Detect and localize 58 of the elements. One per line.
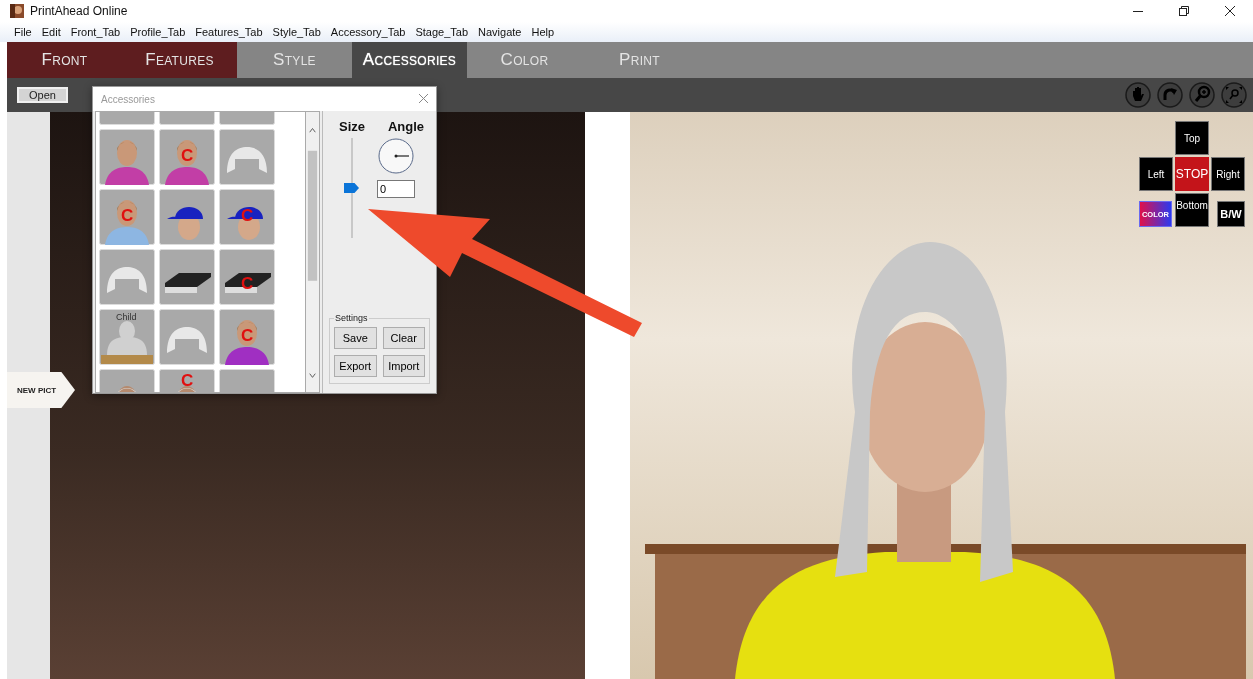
fit-icon[interactable]: [1221, 82, 1247, 108]
accessory-thumbnail[interactable]: [159, 189, 215, 245]
settings-button[interactable]: Import: [382, 355, 425, 377]
menu-item[interactable]: Edit: [36, 26, 66, 38]
grayscale-button[interactable]: B/W: [1217, 201, 1245, 227]
hand-icon[interactable]: [1125, 82, 1151, 108]
menu-item[interactable]: Profile_Tab: [125, 26, 191, 38]
settings-button[interactable]: Save: [334, 327, 377, 349]
settings-button[interactable]: Clear: [382, 327, 425, 349]
angle-input[interactable]: 0: [377, 180, 415, 198]
open-button[interactable]: Open: [17, 87, 68, 103]
accessory-thumbnail[interactable]: [99, 129, 155, 185]
badge-letter: C: [181, 147, 194, 164]
accessory-thumbnail[interactable]: [219, 189, 275, 245]
restore-icon[interactable]: [1179, 6, 1189, 16]
angle-dial[interactable]: [378, 138, 414, 174]
menu-item[interactable]: Help: [526, 26, 560, 38]
menu-item[interactable]: File: [9, 26, 37, 38]
settings-label: Settings: [334, 313, 369, 323]
accessory-thumbnail[interactable]: [99, 249, 155, 305]
accessory-thumbnail[interactable]: [219, 129, 275, 185]
rotate-icon[interactable]: [1157, 82, 1183, 108]
badge-letter: C: [241, 327, 254, 344]
angle-label: Angle: [387, 119, 424, 134]
tab[interactable]: Features: [122, 42, 237, 78]
thumbnail-caption: Child: [116, 313, 137, 322]
stop-button[interactable]: STOP: [1175, 157, 1209, 191]
view-direction-button[interactable]: Bottom: [1175, 193, 1209, 227]
menu-item[interactable]: Stage_Tab: [410, 26, 474, 38]
window-title: PrintAhead Online: [30, 4, 128, 18]
badge-letter: C: [181, 372, 194, 389]
menu-item[interactable]: Accessory_Tab: [325, 26, 411, 38]
scrollbar[interactable]: [306, 111, 320, 393]
menu-item[interactable]: Navigate: [473, 26, 527, 38]
accessory-thumbnail[interactable]: [219, 309, 275, 365]
new-picture-button[interactable]: NEW PICT: [7, 372, 75, 408]
accessory-thumbnail[interactable]: [99, 189, 155, 245]
view-direction-button[interactable]: Top: [1175, 121, 1209, 155]
zoom-icon[interactable]: [1189, 82, 1215, 108]
dialog-title: Accessories: [101, 93, 156, 105]
accessory-thumbnail[interactable]: [219, 249, 275, 305]
menu-item[interactable]: Style_Tab: [267, 26, 326, 38]
menu-item[interactable]: Front_Tab: [65, 26, 126, 38]
badge-letter: C: [121, 207, 134, 224]
accessory-thumbnail[interactable]: [159, 249, 215, 305]
tab[interactable]: Front: [7, 42, 122, 78]
close-icon[interactable]: [1225, 6, 1235, 16]
size-slider-thumb[interactable]: [344, 183, 359, 193]
view-direction-button[interactable]: Left: [1139, 157, 1173, 191]
menu-item[interactable]: Features_Tab: [190, 26, 268, 38]
size-label: Size: [339, 119, 365, 134]
accessory-thumbnail[interactable]: [159, 309, 215, 365]
view-direction-button[interactable]: Right: [1211, 157, 1245, 191]
accessory-thumbnail[interactable]: [159, 129, 215, 185]
app-icon: [10, 4, 24, 18]
tab[interactable]: Accessories: [352, 42, 467, 78]
settings-button[interactable]: Export: [334, 355, 377, 377]
accessory-thumbnail[interactable]: [99, 309, 155, 365]
